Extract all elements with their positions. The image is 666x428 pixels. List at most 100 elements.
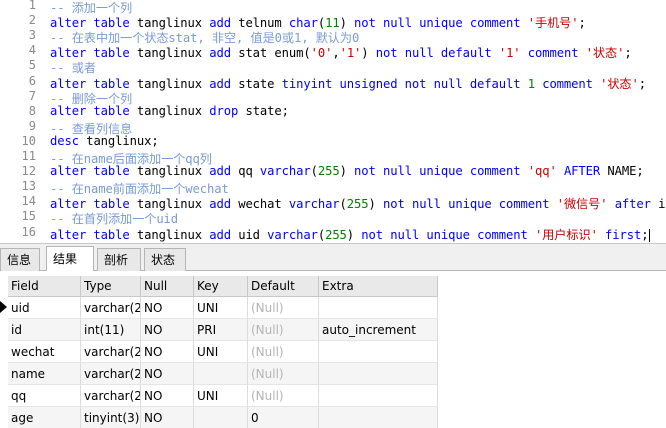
line-number: 15 <box>21 209 36 224</box>
grid-cell-key[interactable]: UNI <box>194 297 248 319</box>
grid-cell-type[interactable]: varchar(255) <box>81 341 141 363</box>
grid-cell-type[interactable]: varchar(255) <box>81 385 141 407</box>
grid-cell-field[interactable]: qq <box>8 385 81 407</box>
grid-header: Field Type Null Key Default Extra <box>8 276 438 297</box>
grid-cell-field[interactable]: id <box>8 319 81 341</box>
line-number-gutter: 1 2 3 4 5 6 7 8 9 10 11 12 13 14 15 16 <box>0 0 44 243</box>
grid-cell-field[interactable]: age <box>8 407 81 428</box>
sql-keyword: add <box>209 46 239 61</box>
code-line[interactable]: alter table tanglinux add state tinyint … <box>50 74 646 92</box>
grid-cell-type[interactable]: tinyint(3) unsigned <box>81 407 141 428</box>
grid-cell-default[interactable]: (Null) <box>248 385 319 407</box>
grid-cell-null[interactable]: NO <box>141 385 194 407</box>
column-header-default[interactable]: Default <box>248 276 319 296</box>
grid-cell-type[interactable]: int(11) <box>81 319 141 341</box>
grid-cell-type[interactable]: varchar(255) <box>81 363 141 385</box>
grid-cell-default[interactable]: (Null) <box>248 363 319 385</box>
grid-cell-key[interactable]: UNI <box>194 341 248 363</box>
sql-text: ; <box>641 227 649 242</box>
line-number: 5 <box>28 58 36 73</box>
grid-cell-field[interactable]: wechat <box>8 341 81 363</box>
sql-text: id; <box>658 197 666 212</box>
sql-text: ; <box>638 76 647 91</box>
grid-cell-null[interactable]: NO <box>141 319 194 341</box>
tab-profile[interactable]: 剖析 <box>97 248 141 271</box>
sql-keyword: not null unique comment <box>354 164 528 179</box>
sql-number: 255 <box>317 164 340 179</box>
sql-text: tanglinux; <box>86 133 159 148</box>
line-number: 6 <box>28 73 36 88</box>
grid-cell-null[interactable]: NO <box>141 363 194 385</box>
result-grid[interactable]: Field Type Null Key Default Extra uid varchar(… <box>0 271 666 428</box>
grid-cell-extra[interactable] <box>319 341 438 363</box>
sql-keyword: alter table <box>50 164 137 179</box>
sql-keyword: add <box>209 164 239 179</box>
sql-keyword: not null unique comment <box>354 16 528 31</box>
sql-string: '状态' <box>600 76 639 91</box>
sql-text: tanglinux <box>136 76 210 91</box>
line-number: 14 <box>21 194 36 209</box>
grid-cell-key[interactable]: PRI <box>194 319 248 341</box>
sql-editor[interactable]: 1 2 3 4 5 6 7 8 9 10 11 12 13 14 15 16 -- 添加一个列 alter ta… <box>0 0 666 243</box>
grid-cell-key[interactable] <box>194 363 248 385</box>
sql-keyword: alter table <box>50 227 137 242</box>
sql-text: ( <box>310 164 318 179</box>
row-indicator-icon <box>0 301 7 313</box>
tab-status[interactable]: 状态 <box>144 248 186 271</box>
grid-cell-field[interactable]: name <box>8 363 81 385</box>
sql-keyword: varchar <box>267 227 318 242</box>
grid-cell-key[interactable] <box>194 407 248 428</box>
sql-text: stat <box>238 46 275 61</box>
sql-keyword: not null unique comment <box>383 197 557 212</box>
grid-cell-null[interactable]: NO <box>141 407 194 428</box>
sql-keyword: varchar <box>288 197 340 212</box>
code-line[interactable]: alter table tanglinux add qq varchar(255… <box>50 164 644 178</box>
sql-text: ) <box>361 46 376 61</box>
sql-keyword: comment <box>534 76 601 91</box>
grid-cell-extra[interactable] <box>319 407 438 428</box>
sql-text: NAME; <box>607 164 644 179</box>
grid-cell-default[interactable]: 0 <box>248 407 319 428</box>
sql-text: ( <box>317 227 326 242</box>
sql-text: qq <box>238 164 260 179</box>
grid-cell-extra[interactable] <box>319 385 438 407</box>
sql-keyword: AFTER <box>556 164 608 179</box>
sql-number: 255 <box>325 227 347 242</box>
code-line[interactable]: alter table tanglinux add stat enum('0',… <box>50 43 632 61</box>
code-line[interactable]: desc tanglinux; <box>50 134 159 148</box>
sql-text: ; <box>624 46 632 61</box>
grid-cell-default[interactable]: (Null) <box>248 319 319 341</box>
grid-cell-extra[interactable] <box>319 363 438 385</box>
grid-cell-default[interactable]: (Null) <box>248 297 319 319</box>
grid-cell-field[interactable]: uid <box>8 297 81 319</box>
tab-info[interactable]: 信息 <box>0 248 40 271</box>
column-header-field[interactable]: Field <box>8 276 81 296</box>
sql-string: '用户标识' <box>534 227 598 242</box>
code-line[interactable]: alter table tanglinux add uid varchar(25… <box>50 225 650 243</box>
line-number: 1 <box>28 0 36 12</box>
sql-text: tanglinux <box>136 46 210 61</box>
sql-text: ( <box>339 197 347 212</box>
column-header-key[interactable]: Key <box>194 276 248 296</box>
sql-string: '状态' <box>585 46 625 61</box>
column-header-type[interactable]: Type <box>81 276 141 296</box>
sql-keyword: alter table <box>50 103 137 118</box>
sql-text: enum( <box>274 46 311 61</box>
grid-cell-null[interactable]: NO <box>141 341 194 363</box>
column-header-extra[interactable]: Extra <box>319 276 438 296</box>
tab-result[interactable]: 结果 1 <box>46 246 94 290</box>
sql-text: , <box>332 46 340 61</box>
grid-cell-extra[interactable] <box>319 297 438 319</box>
column-header-null[interactable]: Null <box>141 276 194 296</box>
sql-keyword: first <box>597 227 642 242</box>
grid-cell-key[interactable]: UNI <box>194 385 248 407</box>
sql-keyword: not null default <box>375 46 499 61</box>
grid-cell-type[interactable]: varchar(255) <box>81 297 141 319</box>
grid-cell-null[interactable]: NO <box>141 297 194 319</box>
sql-text: ) <box>346 227 362 242</box>
code-line[interactable]: alter table tanglinux drop state; <box>50 104 289 118</box>
sql-text: state; <box>245 103 289 118</box>
grid-cell-default[interactable]: (Null) <box>248 341 319 363</box>
grid-cell-extra[interactable]: auto_increment <box>319 319 438 341</box>
sql-keyword: add <box>209 197 239 212</box>
